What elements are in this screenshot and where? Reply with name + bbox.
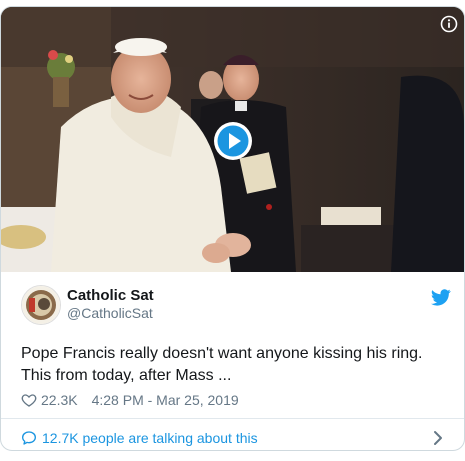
twitter-bird-icon[interactable] <box>430 289 451 306</box>
tweet-card[interactable]: Catholic Sat @CatholicSat Pope Francis r… <box>0 6 465 451</box>
info-icon[interactable] <box>440 15 458 33</box>
tweet-author[interactable]: Catholic Sat @CatholicSat <box>21 285 451 329</box>
tweet-meta: 22.3K 4:28 PM - Mar 25, 2019 <box>21 390 239 410</box>
video-thumbnail[interactable] <box>1 7 464 272</box>
tweet-text: Pope Francis really doesn't want anyone … <box>21 345 423 384</box>
chevron-right-icon <box>431 430 445 446</box>
talking-about-text: 12.7K people are talking about this <box>42 430 258 446</box>
speech-bubble-icon <box>21 430 37 446</box>
author-name[interactable]: Catholic Sat <box>67 287 154 304</box>
play-icon[interactable] <box>213 121 253 161</box>
like-count[interactable]: 22.3K <box>41 392 78 408</box>
author-handle[interactable]: @CatholicSat <box>67 305 153 321</box>
talking-about-link[interactable]: 12.7K people are talking about this <box>21 428 445 448</box>
divider <box>1 418 464 419</box>
heart-icon[interactable] <box>21 392 37 408</box>
tweet-timestamp[interactable]: 4:28 PM - Mar 25, 2019 <box>92 392 239 408</box>
avatar[interactable] <box>21 285 61 325</box>
